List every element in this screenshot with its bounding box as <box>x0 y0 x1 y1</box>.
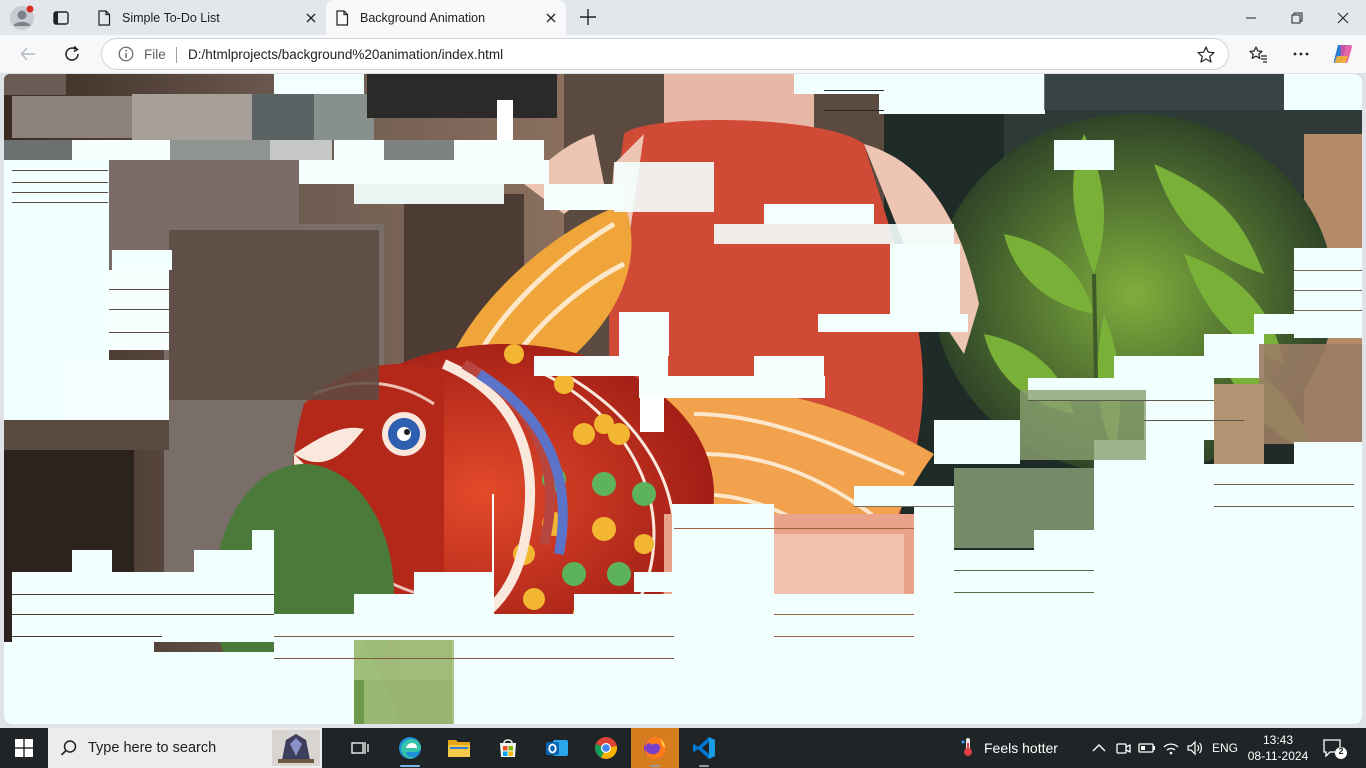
info-icon[interactable] <box>118 46 134 62</box>
plus-icon[interactable] <box>577 6 599 28</box>
thermometer-icon <box>960 736 976 761</box>
back-arrow-icon[interactable] <box>15 41 41 67</box>
page-icon <box>335 9 349 26</box>
outlook-icon[interactable] <box>533 728 581 768</box>
language-indicator[interactable]: ENG <box>1212 728 1238 768</box>
page-icon <box>97 9 111 26</box>
tab-actions-icon[interactable] <box>48 5 74 31</box>
page-content <box>4 74 1362 724</box>
taskbar: Type here to search Feels hotter ENG 13:… <box>0 728 1366 768</box>
address-bar[interactable]: File D:/htmlprojects/background%20animat… <box>101 38 1229 70</box>
chrome-icon[interactable] <box>582 728 630 768</box>
microsoft-store-icon[interactable] <box>484 728 532 768</box>
copilot-icon[interactable] <box>1330 41 1356 67</box>
animation-tiles <box>4 74 1362 724</box>
restore-icon[interactable] <box>1274 0 1320 35</box>
search-icon <box>60 739 78 757</box>
scheme-label: File <box>144 47 166 62</box>
browser-toolbar: File D:/htmlprojects/background%20animat… <box>0 35 1366 73</box>
tab-strip: Simple To-Do List Background Animation <box>0 0 1366 35</box>
url-text[interactable]: D:/htmlprojects/background%20animation/i… <box>188 47 503 62</box>
more-icon[interactable] <box>1288 41 1314 67</box>
tab-background-animation[interactable]: Background Animation <box>326 0 566 35</box>
search-highlight-icon[interactable] <box>272 730 320 766</box>
tab-simple-todo[interactable]: Simple To-Do List <box>88 0 326 35</box>
refresh-icon[interactable] <box>59 41 85 67</box>
tab-title: Background Animation <box>360 10 486 25</box>
tab-title: Simple To-Do List <box>122 10 220 25</box>
weather-widget[interactable]: Feels hotter <box>960 728 1058 768</box>
windows-start-icon[interactable] <box>0 728 48 768</box>
firefox-icon[interactable] <box>631 728 679 768</box>
minimize-icon[interactable] <box>1228 0 1274 35</box>
search-placeholder: Type here to search <box>88 740 217 756</box>
task-view-icon[interactable] <box>336 728 384 768</box>
weather-text: Feels hotter <box>984 740 1058 756</box>
taskbar-search-box[interactable]: Type here to search <box>48 728 322 768</box>
close-icon[interactable] <box>1320 0 1366 35</box>
profile-icon[interactable] <box>9 5 35 31</box>
favorites-icon[interactable] <box>1245 41 1271 67</box>
edge-icon[interactable] <box>386 728 434 768</box>
close-tab-icon[interactable] <box>542 9 560 27</box>
notification-count: 2 <box>1338 746 1344 756</box>
divider <box>176 47 177 63</box>
file-explorer-icon[interactable] <box>435 728 483 768</box>
time: 13:43 <box>1262 733 1294 747</box>
clock[interactable]: 13:43 08-11-2024 <box>1244 732 1312 764</box>
battery-icon[interactable] <box>1138 739 1156 757</box>
notification-icon[interactable]: 2 <box>1322 737 1348 761</box>
wifi-icon[interactable] <box>1162 739 1180 757</box>
close-tab-icon[interactable] <box>302 9 320 27</box>
chevron-up-icon[interactable] <box>1090 739 1108 757</box>
speaker-icon[interactable] <box>1186 739 1204 757</box>
meet-now-icon[interactable] <box>1114 739 1132 757</box>
date: 08-11-2024 <box>1247 749 1309 763</box>
star-icon[interactable] <box>1196 45 1216 65</box>
vs-code-icon[interactable] <box>680 728 728 768</box>
